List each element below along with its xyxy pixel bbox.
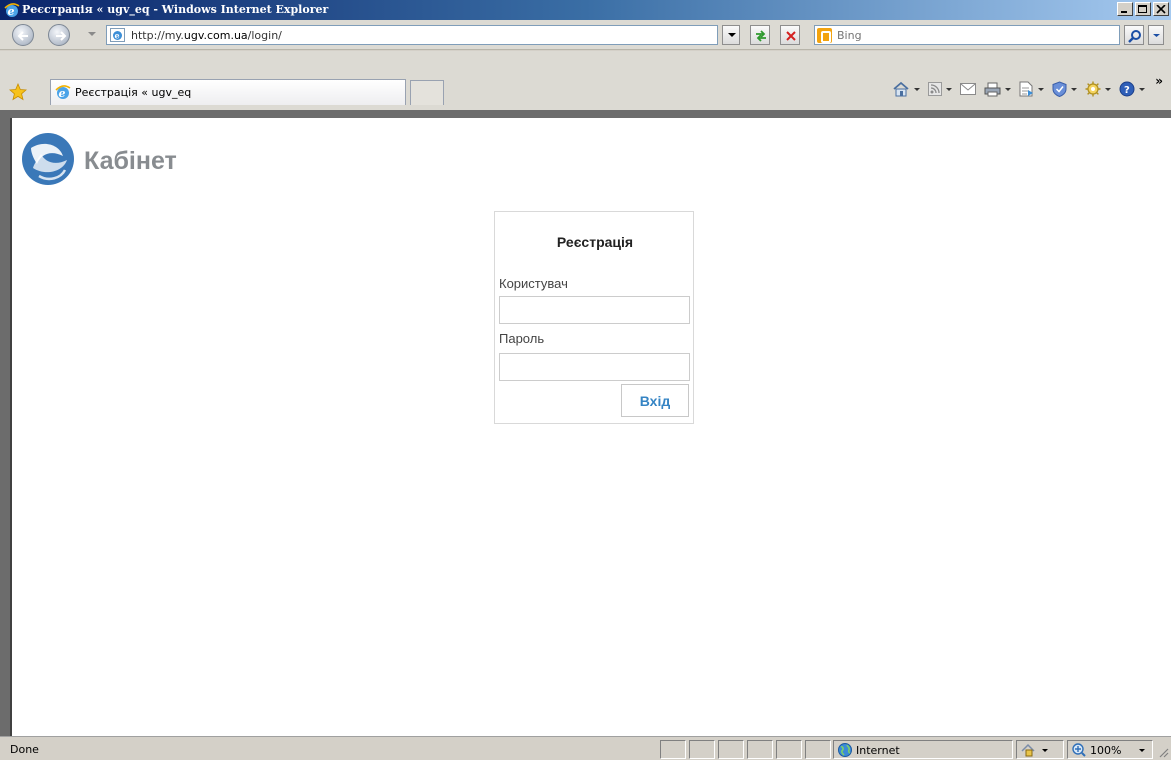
security-zone[interactable]: Internet	[833, 740, 1013, 759]
favorites-star-icon[interactable]	[9, 83, 27, 101]
help-icon: ?	[1119, 81, 1135, 97]
brand-logo-icon	[22, 133, 74, 185]
title-bar[interactable]: e Реєстрація « ugv_eq - Windows Internet…	[0, 0, 1171, 20]
chevron-down-icon	[728, 33, 736, 37]
chevron-down-icon	[1071, 87, 1078, 91]
protected-mode-button[interactable]	[1016, 740, 1064, 759]
address-bar[interactable]: e http://my.ugv.com.ua/login/	[106, 25, 718, 45]
page-content: Кабінет Реєстрація Користувач Пароль Вхі…	[10, 118, 1171, 736]
safety-icon	[1052, 81, 1067, 97]
page-menu-button[interactable]	[1019, 81, 1045, 97]
search-icon	[1128, 30, 1141, 43]
forward-button[interactable]	[48, 24, 70, 46]
search-options-button[interactable]	[1148, 25, 1164, 45]
feeds-button[interactable]	[928, 82, 953, 96]
status-panel	[747, 740, 773, 759]
chevron-down-icon	[1139, 749, 1145, 752]
url-domain: ugv.com.ua	[183, 29, 248, 42]
svg-text:e: e	[115, 31, 120, 41]
window-controls	[1115, 2, 1169, 16]
ie-icon: e	[4, 3, 20, 18]
chevron-down-icon	[946, 87, 953, 91]
password-label: Пароль	[499, 331, 545, 346]
zoom-level: 100%	[1090, 744, 1122, 757]
search-box[interactable]	[814, 25, 1120, 45]
status-panel	[718, 740, 744, 759]
command-bar: ? »	[884, 74, 1163, 97]
home-icon	[893, 81, 909, 97]
window-title: Реєстрація « ugv_eq - Windows Internet E…	[22, 3, 329, 16]
tab-bar: e Реєстрація « ugv_eq ? »	[0, 51, 1171, 110]
print-button[interactable]	[984, 82, 1012, 97]
resize-grip-icon[interactable]	[1157, 746, 1169, 758]
login-form: Реєстрація Користувач Пароль Вхід	[494, 211, 694, 424]
protected-mode-icon	[1021, 743, 1048, 757]
status-text: Done	[10, 743, 39, 756]
url-prefix: http://my.	[131, 29, 184, 42]
brand-title: Кабінет	[84, 147, 177, 175]
back-arrow-icon	[17, 31, 28, 41]
page-icon	[1019, 81, 1034, 97]
browser-window: e Реєстрація « ugv_eq - Windows Internet…	[0, 0, 1171, 760]
forward-arrow-icon	[56, 31, 67, 41]
search-input[interactable]	[837, 28, 1107, 42]
help-button[interactable]: ?	[1119, 81, 1146, 97]
username-input[interactable]	[499, 296, 690, 324]
new-tab-button[interactable]	[410, 80, 444, 105]
address-url[interactable]: http://my.ugv.com.ua/login/	[131, 29, 282, 42]
minimize-icon	[1121, 11, 1127, 13]
minimize-button[interactable]	[1117, 2, 1133, 16]
login-button[interactable]: Вхід	[621, 384, 689, 417]
globe-icon	[838, 743, 852, 757]
navigation-bar: e http://my.ugv.com.ua/login/	[0, 20, 1171, 50]
svg-text:e: e	[59, 87, 66, 100]
status-panel	[776, 740, 802, 759]
close-icon	[1156, 5, 1166, 14]
mail-button[interactable]	[960, 83, 977, 95]
chevron-down-icon	[1105, 87, 1112, 91]
back-button[interactable]	[12, 24, 34, 46]
ie-icon: e	[55, 85, 71, 100]
home-button[interactable]	[892, 81, 921, 97]
bing-icon	[817, 28, 832, 43]
refresh-button[interactable]	[750, 25, 770, 45]
tools-menu-button[interactable]	[1085, 81, 1112, 97]
safety-menu-button[interactable]	[1052, 81, 1078, 97]
zoom-button[interactable]: 100%	[1067, 740, 1153, 759]
url-suffix: /login/	[247, 29, 282, 42]
tab-registration[interactable]: e Реєстрація « ugv_eq	[50, 79, 406, 105]
refresh-icon	[756, 30, 766, 42]
print-icon	[984, 82, 1001, 96]
feeds-icon	[928, 82, 943, 96]
stop-button[interactable]	[780, 25, 800, 45]
zoom-icon	[1072, 743, 1086, 757]
tools-icon	[1085, 81, 1101, 97]
status-bar: Done Internet 100%	[0, 736, 1171, 760]
recent-pages-dropdown[interactable]	[88, 32, 96, 36]
search-button[interactable]	[1124, 25, 1144, 45]
zone-label: Internet	[856, 744, 900, 757]
password-input[interactable]	[499, 353, 690, 381]
maximize-button[interactable]	[1135, 2, 1151, 16]
mail-icon	[960, 83, 977, 95]
status-panel	[689, 740, 715, 759]
page-ie-icon: e	[110, 28, 125, 42]
username-label: Користувач	[499, 276, 568, 291]
login-title: Реєстрація	[556, 234, 634, 250]
chevron-down-icon	[1005, 87, 1012, 91]
status-panel	[805, 740, 831, 759]
more-commands-icon[interactable]: »	[1155, 74, 1163, 88]
chevron-down-icon	[914, 87, 921, 91]
svg-text:e: e	[8, 5, 15, 18]
status-panel	[660, 740, 686, 759]
chevron-down-icon	[1153, 34, 1160, 37]
chevron-down-icon	[1139, 87, 1146, 91]
maximize-icon	[1138, 5, 1147, 13]
stop-icon	[786, 31, 796, 41]
address-dropdown-button[interactable]	[722, 25, 740, 45]
tab-label: Реєстрація « ugv_eq	[75, 86, 192, 99]
svg-text:?: ?	[1124, 85, 1130, 96]
chevron-down-icon	[1038, 87, 1045, 91]
close-button[interactable]	[1153, 2, 1169, 16]
